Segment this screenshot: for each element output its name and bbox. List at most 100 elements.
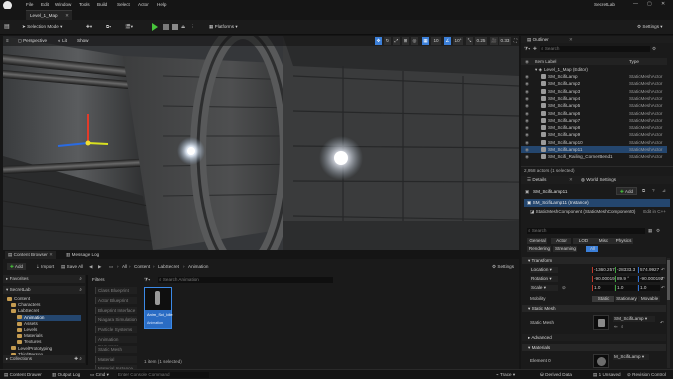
material-picker[interactable]: M_ScifiLamp ▾ [613,354,649,360]
eye-icon[interactable]: ◉ [525,139,529,146]
details-scrollbar[interactable] [667,258,670,368]
folder-tree-item[interactable]: LevelPrototyping [11,346,81,352]
scale-snap-value[interactable]: 0.25 [475,37,487,45]
close-icon[interactable]: ✕ [661,1,665,7]
outliner-row[interactable]: ◉ SM_Scifi_Railing_CornerBend1 StaticMeshA… [521,153,667,160]
save-all-button[interactable]: ▤ Save All [61,264,83,270]
location-field[interactable]: 574.9927 [638,267,660,273]
outliner-tab[interactable]: ▤ Outliner ✕ [521,36,673,43]
materials-section[interactable]: ▾ Materials [522,344,666,351]
forward-icon[interactable]: ▶ [98,264,102,270]
filter-item[interactable]: Material [95,355,137,363]
breadcrumb-content[interactable]: Content [134,264,150,269]
outliner-row[interactable]: ◉ SM_ScifiLamp7 StaticMeshActor [521,117,667,124]
filter-icon[interactable]: ⧩▾ [144,277,150,282]
close-tab-icon[interactable]: ✕ [65,11,69,20]
folder-tree-item[interactable]: Assets [17,321,81,327]
filter-item[interactable]: Actor Blueprint [95,296,137,304]
world-settings-tab[interactable]: ◍ World Settings [581,176,616,184]
outliner-row[interactable]: ◉ SM_ScifiLamp4 StaticMeshActor [521,95,667,102]
rotation-field[interactable]: -90.000191 [592,276,617,282]
details-filter-tab[interactable]: Streaming [553,246,577,252]
mobility-static[interactable]: Static [592,296,614,302]
component-row[interactable]: ◪ StaticMeshComponent (StaticMeshCompone… [530,208,670,215]
eye-icon[interactable]: ◉ [525,95,529,102]
surface-snap-icon[interactable]: ⊞ [402,37,409,45]
minimize-icon[interactable]: — [633,1,638,7]
filter-item[interactable]: Animation Sequence [95,336,137,349]
edit-cpp-link[interactable]: Edit in C++ [643,208,666,215]
reset-icon[interactable]: ↶ [660,320,664,326]
reset-icon[interactable]: ↶ [661,285,665,291]
settings-icon[interactable]: ⚙ [652,46,656,52]
details-filter-tab[interactable]: Misc [593,238,613,244]
lit-button[interactable]: ◐ Lit [58,38,67,43]
unsaved-button[interactable]: ▤ 1 Unsaved [593,372,621,378]
add-actor-icon[interactable]: ✚ [533,46,537,52]
outliner-row[interactable]: ◉ SM_ScifiLamp5 StaticMeshActor [521,102,667,109]
level-viewport[interactable]: ≡ ◻ Perspective ◐ Lit Show ✥ ↻ ⤢ ⊞ ◎ ▦ 1… [3,36,519,250]
eye-icon[interactable]: ◉ [525,146,529,153]
favorites-header[interactable]: ▸ Favorites ⌕ [3,275,85,283]
details-filter-tab[interactable]: Physics [613,238,633,244]
static-mesh-thumbnail[interactable] [593,315,609,330]
viewport-scene[interactable] [3,36,519,250]
material-thumbnail[interactable] [593,354,609,368]
stop-icon[interactable] [172,24,178,30]
output-log-button[interactable]: ▥ Output Log [52,372,80,378]
selection-mode-button[interactable]: ➤ Selection Mode ▾ [22,22,62,32]
asset-tile[interactable]: Anim_Sci_Idle Animation [144,287,173,329]
cinematics-icon[interactable]: 🎬▾ [125,22,133,32]
item-label-header[interactable]: Item Label [535,58,556,65]
breadcrumb-animation[interactable]: Animation [188,264,208,269]
filter-item[interactable]: Static Mesh [95,345,137,353]
transform-section[interactable]: ▾ Transform [522,257,666,264]
search-icon[interactable]: ⌕ [79,286,82,294]
folder-tree-item[interactable]: Characters [11,302,81,308]
rotate-icon[interactable]: ↻ [384,37,391,45]
content-drawer-button[interactable]: ▤ Content Drawer [4,372,42,378]
menu-tools[interactable]: Tools [79,2,90,7]
play-icon[interactable] [152,23,158,31]
details-filter-tab[interactable]: General [527,238,547,244]
eye-icon[interactable]: ◉ [525,117,529,124]
project-header[interactable]: ▾ SecretLab ⌕ [3,286,85,294]
close-icon[interactable]: ✕ [569,36,573,43]
close-icon[interactable]: ✕ [49,252,53,257]
grid-snap-icon[interactable]: ▦ [422,37,429,45]
location-field[interactable]: -1360.257 [592,267,615,273]
platforms-button[interactable]: ▦ Platforms ▾ [209,22,238,32]
table-view-icon[interactable]: ▦ [648,228,652,234]
details-search-input[interactable]: ⌕ Search [527,228,645,234]
maximize-viewport-icon[interactable]: ⛶ [512,37,519,45]
filter-item[interactable]: Class Blueprint [95,287,137,294]
world-local-icon[interactable]: ◎ [411,37,418,45]
content-settings-button[interactable]: ⚙ Settings [492,264,514,270]
content-browser-tab[interactable]: ▤ Content Browser ✕ [5,251,56,259]
instance-row[interactable]: ▣ SM_ScifiLamp11 (Instance) [524,199,670,207]
mobility-movable[interactable]: Movable [638,296,660,302]
revision-control-button[interactable]: ⊘ Revision Control [627,372,666,378]
settings-button[interactable]: ⚙ Settings ▾ [637,22,663,32]
menu-select[interactable]: Select [117,2,130,7]
folder-tree-item[interactable]: Materials [17,333,81,339]
folder-tree-item[interactable]: Content [7,296,81,302]
breadcrumb-labsecret[interactable]: LabSecret [158,264,179,269]
import-button[interactable]: ⇣ Import [36,264,54,270]
scale-icon[interactable]: ⤢ [393,37,400,45]
message-log-tab[interactable]: ▥ Message Log [63,251,102,259]
outliner-search-input[interactable]: ⌕ Search [540,46,650,52]
menu-file[interactable]: File [26,2,33,7]
perspective-button[interactable]: ◻ Perspective [18,38,47,44]
details-filter-tab[interactable]: All [586,246,598,252]
eye-icon[interactable]: ◉ [525,124,529,131]
outliner-row[interactable]: ◉ SM_ScifiLamp3 StaticMeshActor [521,88,667,95]
outliner-row[interactable]: ◉ SM_ScifiLamp10 StaticMeshActor [521,139,667,146]
back-icon[interactable]: ◀ [89,264,93,270]
blueprint-icon[interactable]: ⧉▾ [106,22,111,32]
menu-help[interactable]: Help [157,2,166,7]
reset-icon[interactable]: ↶ [661,267,665,273]
rotation-field[interactable]: 89.9 ° [615,276,637,282]
collections-header[interactable]: ▸ Collections ✚ ⌕ [3,355,85,363]
eye-icon[interactable]: ◉ [525,110,529,117]
